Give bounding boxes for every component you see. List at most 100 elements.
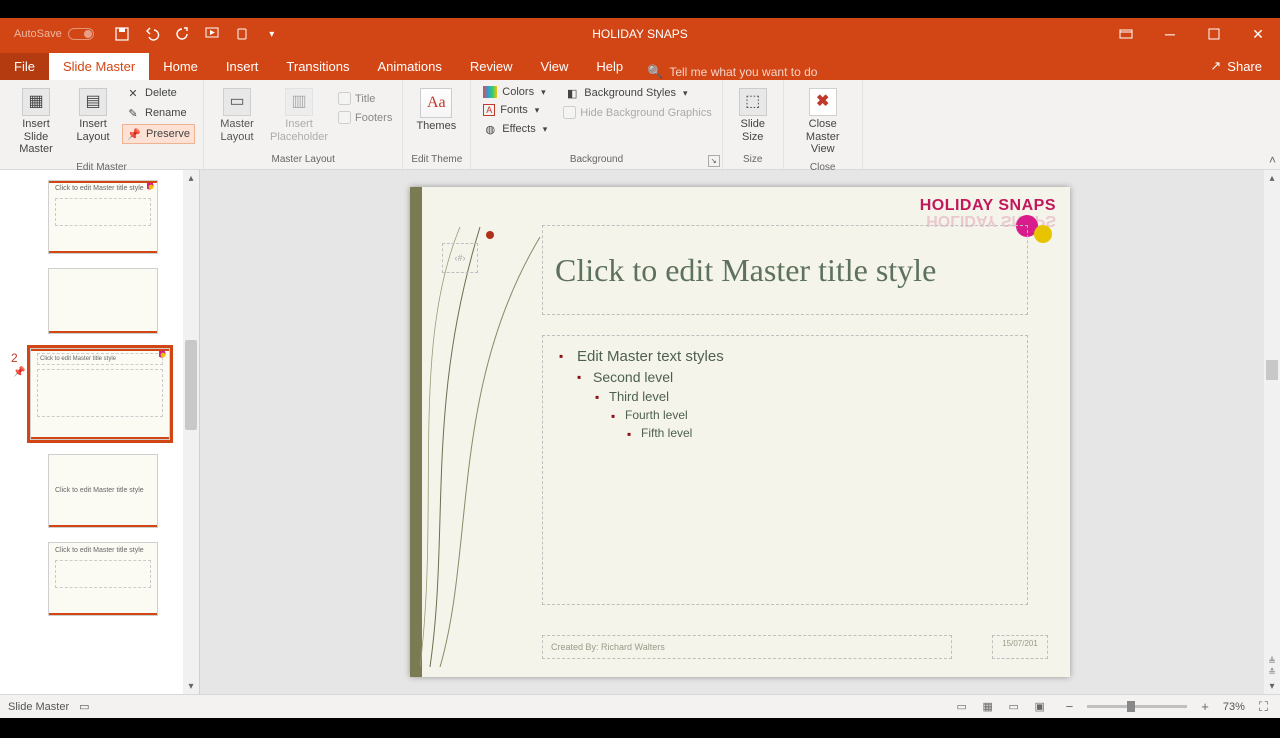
body-level-4: Fourth level — [559, 406, 1011, 424]
tab-file[interactable]: File — [0, 53, 49, 80]
qat-customize-icon[interactable]: ▾ — [264, 26, 280, 42]
close-master-view-button[interactable]: ✖ Close Master View — [792, 84, 854, 160]
title-bar: AutoSave ▾ HOLIDAY SNAPS ─ ✕ — [0, 18, 1280, 50]
pin-icon: 📌 — [13, 367, 25, 378]
group-label-background: Background — [479, 152, 713, 167]
tab-insert[interactable]: Insert — [212, 53, 273, 80]
touch-mode-icon[interactable] — [234, 26, 250, 42]
rename-button[interactable]: ✎Rename — [122, 104, 195, 122]
delete-icon: ✕ — [126, 86, 140, 100]
content-placeholder[interactable]: Edit Master text styles Second level Thi… — [542, 335, 1028, 605]
insert-slide-master-button[interactable]: ▦ Insert Slide Master — [8, 84, 64, 160]
tab-view[interactable]: View — [526, 53, 582, 80]
notes-icon[interactable]: ▭ — [79, 700, 89, 713]
redo-icon[interactable] — [174, 26, 190, 42]
scroll-down-icon[interactable]: ▾ — [183, 678, 199, 694]
master-layout-icon: ▭ — [223, 88, 251, 116]
thumb-layout-1[interactable] — [48, 268, 158, 334]
slide-size-button[interactable]: ⬚ Slide Size — [731, 84, 775, 147]
themes-icon: Aa — [420, 88, 452, 118]
canvas-scroll-down-icon[interactable]: ▾ — [1264, 678, 1280, 694]
thumb-layout-3[interactable]: Click to edit Master title style — [48, 542, 158, 616]
tab-transitions[interactable]: Transitions — [272, 53, 363, 80]
thumb-index: 2 — [11, 351, 18, 365]
body-level-5: Fifth level — [559, 424, 1011, 442]
search-icon: 🔍 — [647, 64, 663, 80]
scroll-up-icon[interactable]: ▴ — [183, 170, 199, 186]
share-icon: ↗ — [1210, 58, 1221, 74]
save-icon[interactable] — [114, 26, 130, 42]
canvas-scrollbar[interactable]: ▴ ≜≛ ▾ — [1264, 170, 1280, 694]
zoom-out-button[interactable]: − — [1062, 699, 1078, 714]
group-label-master-layout: Master Layout — [212, 152, 394, 167]
slideshow-view-icon[interactable]: ▣ — [1028, 698, 1052, 716]
bg-styles-icon: ◧ — [565, 86, 579, 100]
status-bar: Slide Master ▭ ▭ ▦ ▭ ▣ − + 73% ⛶ — [0, 694, 1280, 718]
footer-placeholder[interactable]: Created By: Richard Walters — [542, 635, 952, 659]
thumbnail-pane: Click to edit Master title style 2 📌 Cli… — [0, 170, 200, 694]
preserve-button[interactable]: 📌Preserve — [122, 124, 195, 144]
title-checkbox[interactable]: Title — [336, 90, 394, 107]
sorter-view-icon[interactable]: ▦ — [976, 698, 1000, 716]
prev-next-slide-icon[interactable]: ≜≛ — [1264, 656, 1280, 678]
from-beginning-icon[interactable] — [204, 26, 220, 42]
search-input[interactable] — [669, 65, 869, 79]
share-label: Share — [1227, 59, 1262, 74]
collapse-ribbon-icon[interactable]: ˄ — [1269, 153, 1276, 167]
fonts-icon: A — [483, 104, 495, 116]
slide-size-icon: ⬚ — [739, 88, 767, 116]
close-master-icon: ✖ — [809, 88, 837, 116]
group-label-edit-theme: Edit Theme — [411, 152, 462, 167]
tab-help[interactable]: Help — [582, 53, 637, 80]
master-layout-button[interactable]: ▭ Master Layout — [212, 84, 262, 147]
tab-home[interactable]: Home — [149, 53, 212, 80]
zoom-slider[interactable] — [1087, 705, 1187, 708]
slide-master-canvas[interactable]: HOLIDAY SNAPS HOLIDAY SNAPS ‹#› Click to… — [410, 187, 1070, 677]
colors-button[interactable]: Colors▾ — [479, 84, 551, 100]
background-styles-button[interactable]: ◧Background Styles▾ — [561, 84, 713, 102]
close-icon[interactable]: ✕ — [1236, 18, 1280, 50]
body-level-2: Second level — [559, 367, 1011, 387]
document-title: HOLIDAY SNAPS — [592, 27, 688, 41]
preserve-icon: 📌 — [127, 127, 141, 141]
insert-layout-button[interactable]: ▤ Insert Layout — [70, 84, 116, 147]
ribbon-tabs: File Slide Master Home Insert Transition… — [0, 50, 1280, 80]
fit-to-window-icon[interactable]: ⛶ — [1255, 699, 1272, 715]
effects-button[interactable]: ◍Effects▾ — [479, 120, 551, 138]
thumb-layout-2[interactable]: Click to edit Master title style — [48, 454, 158, 528]
title-placeholder[interactable]: Click to edit Master title style — [542, 225, 1028, 315]
background-launcher[interactable]: ↘ — [708, 155, 720, 167]
tab-slide-master[interactable]: Slide Master — [49, 53, 149, 80]
normal-view-icon[interactable]: ▭ — [950, 698, 974, 716]
colors-icon — [483, 86, 497, 98]
themes-button[interactable]: Aa Themes — [411, 84, 461, 137]
thumb-scrollbar[interactable]: ▴ ▾ — [183, 170, 199, 694]
share-button[interactable]: ↗ Share — [1210, 58, 1262, 80]
date-placeholder[interactable]: 15/07/201 — [992, 635, 1048, 659]
reading-view-icon[interactable]: ▭ — [1002, 698, 1026, 716]
tell-me-search[interactable]: 🔍 — [647, 64, 869, 80]
tab-animations[interactable]: Animations — [364, 53, 456, 80]
insert-placeholder-icon: ▥ — [285, 88, 313, 116]
effects-icon: ◍ — [483, 122, 497, 136]
autosave-toggle[interactable]: AutoSave — [14, 28, 94, 40]
canvas-scroll-up-icon[interactable]: ▴ — [1264, 170, 1280, 186]
ribbon-display-icon[interactable] — [1104, 18, 1148, 50]
maximize-icon[interactable] — [1192, 18, 1236, 50]
thumb-master-2[interactable]: 2 📌 Click to edit Master title style — [30, 348, 170, 440]
zoom-in-button[interactable]: + — [1197, 699, 1213, 714]
insert-slide-master-icon: ▦ — [22, 88, 50, 116]
zoom-level[interactable]: 73% — [1223, 701, 1245, 713]
tab-review[interactable]: Review — [456, 53, 527, 80]
fonts-button[interactable]: AFonts▾ — [479, 102, 551, 118]
autosave-label: AutoSave — [14, 28, 62, 40]
thumb-master-1[interactable]: Click to edit Master title style — [48, 180, 158, 254]
slide-number-placeholder[interactable]: ‹#› — [442, 243, 478, 273]
status-mode: Slide Master — [8, 701, 69, 713]
hide-bg-checkbox[interactable]: Hide Background Graphics — [561, 104, 713, 121]
wisp-decoration — [420, 227, 560, 667]
delete-button[interactable]: ✕Delete — [122, 84, 195, 102]
undo-icon[interactable] — [144, 26, 160, 42]
footers-checkbox[interactable]: Footers — [336, 109, 394, 126]
minimize-icon[interactable]: ─ — [1148, 18, 1192, 50]
